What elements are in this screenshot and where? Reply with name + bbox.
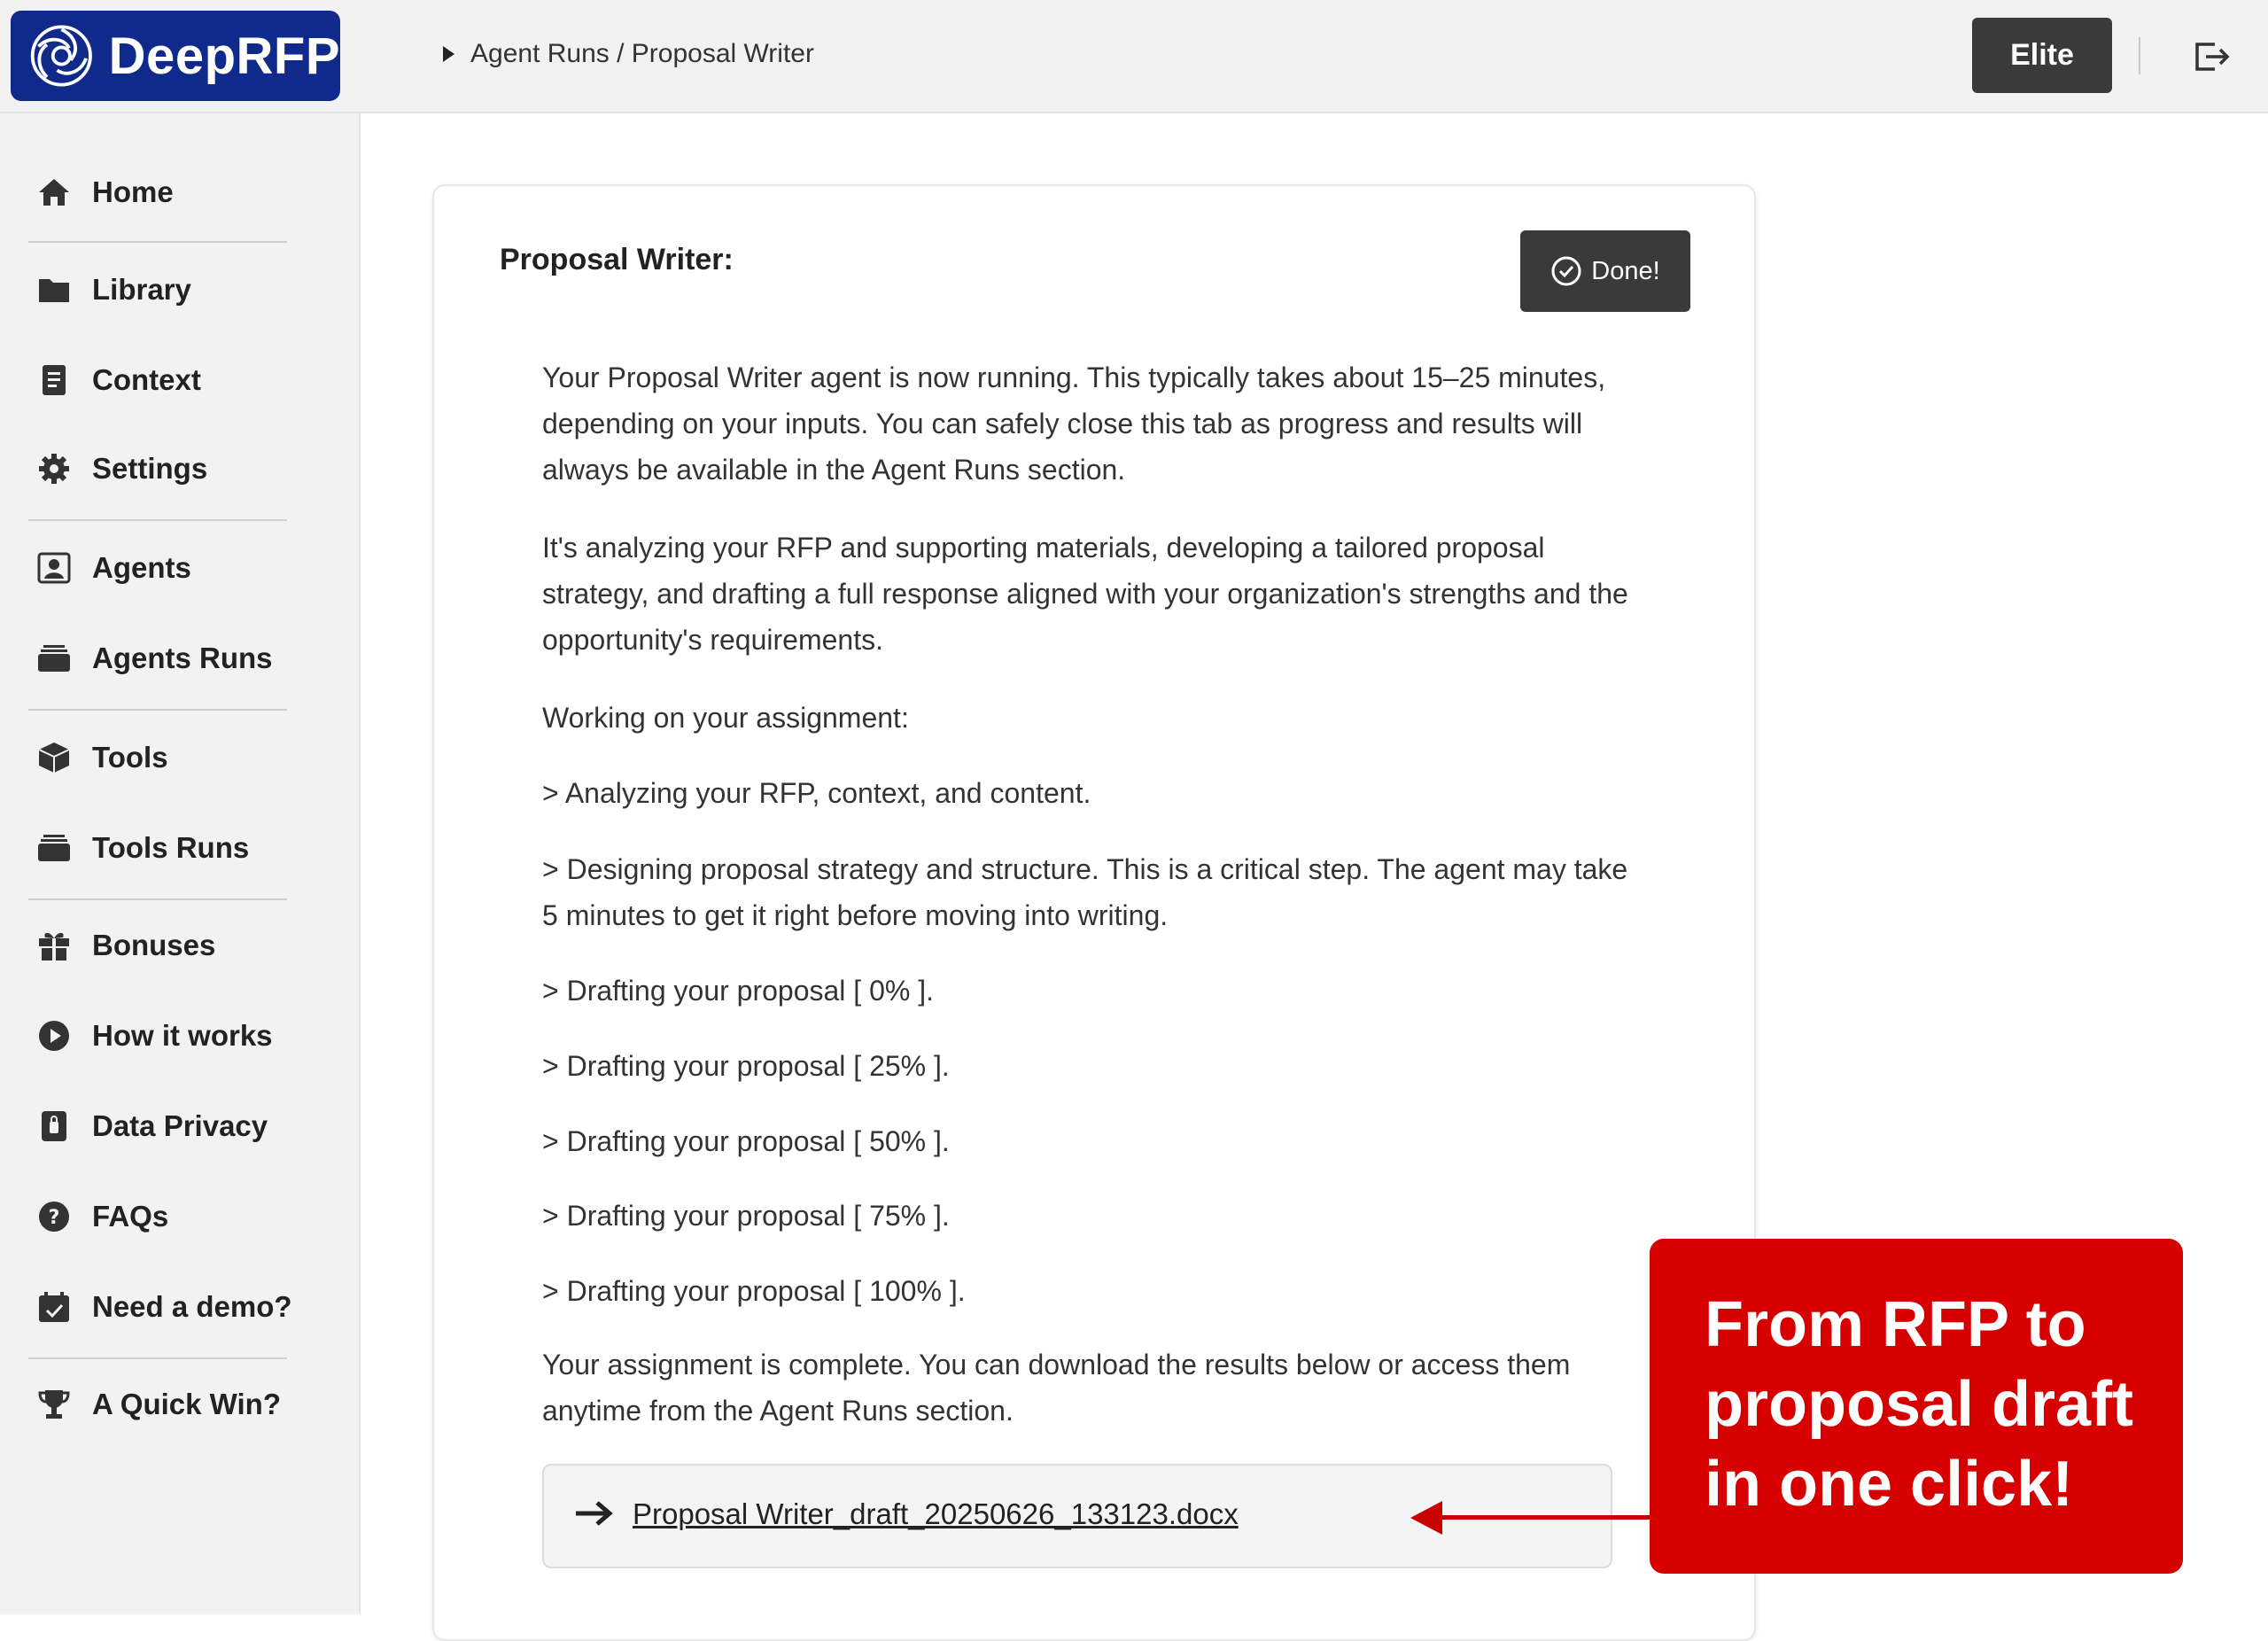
folder-icon [34,269,74,310]
sidebar-divider [28,898,287,900]
status-paragraph: Your assignment is complete. You can dow… [542,1349,1571,1427]
caret-right-icon [443,46,454,62]
calendar-icon [34,1287,74,1327]
sidebar-item-label: How it works [92,1019,273,1052]
home-icon [34,172,74,213]
callout-text: From RFP to proposal draft in one click! [1705,1289,2134,1520]
sidebar-divider [28,241,287,243]
check-circle-icon [1551,256,1581,286]
sidebar-item-tools-runs[interactable]: Tools Runs [34,828,249,868]
progress-step: > Drafting your proposal [ 100% ]. [542,1275,966,1307]
sidebar-item-label: Library [92,273,191,306]
sidebar: Home Library Context Settings Agents Age… [0,113,361,1614]
sidebar-item-label: Tools Runs [92,831,250,864]
callout-pointer [1433,1515,1655,1520]
sidebar-item-label: Context [92,363,201,396]
sidebar-item-home[interactable]: Home [34,172,174,213]
stack-icon [34,638,74,679]
question-icon: ? [34,1196,74,1237]
sidebar-item-data-privacy[interactable]: Data Privacy [34,1106,268,1147]
done-label: Done! [1591,256,1660,285]
divider [2139,37,2140,74]
card-title: Proposal Writer: [500,243,734,276]
plan-button[interactable]: Elite [1972,18,2112,93]
sidebar-divider [28,1357,287,1359]
sidebar-item-label: Bonuses [92,929,216,961]
progress-step: > Drafting your proposal [ 25% ]. [542,1050,950,1082]
sidebar-item-agents[interactable]: Agents [34,548,191,588]
progress-step: > Analyzing your RFP, context, and conte… [542,777,1091,809]
sidebar-item-need-a-demo[interactable]: Need a demo? [34,1287,292,1327]
progress-step: > Drafting your proposal [ 50% ]. [542,1125,950,1157]
sidebar-item-context[interactable]: Context [34,360,201,401]
callout-box: From RFP to proposal draft in one click! [1650,1239,2183,1574]
breadcrumb-text: Agent Runs / Proposal Writer [470,39,814,68]
status-paragraph: Your Proposal Writer agent is now runnin… [542,362,1606,486]
proposal-writer-card: Proposal Writer: Done! Your Proposal Wri… [432,184,1756,1641]
sidebar-item-tools[interactable]: Tools [34,737,168,778]
sidebar-item-settings[interactable]: Settings [34,448,207,489]
sidebar-item-label: FAQs [92,1200,169,1233]
progress-step: > Drafting your proposal [ 75% ]. [542,1200,950,1232]
top-bar: DeepRFP Agent Runs / Proposal Writer Eli… [0,0,2268,113]
logout-icon[interactable] [2192,39,2233,74]
download-link[interactable]: Proposal Writer_draft_20250626_133123.do… [633,1497,1239,1531]
logo[interactable]: DeepRFP [11,11,340,101]
brand-name: DeepRFP [108,27,340,85]
agent-icon [34,548,74,588]
sidebar-item-agents-runs[interactable]: Agents Runs [34,638,273,679]
sidebar-item-faqs[interactable]: ? FAQs [34,1196,168,1237]
sidebar-item-label: Settings [92,452,208,485]
box-icon [34,737,74,778]
arrow-left-icon [1410,1501,1442,1535]
progress-step: > Designing proposal strategy and struct… [542,853,1628,931]
play-icon [34,1015,74,1056]
sidebar-divider [28,519,287,521]
sidebar-item-label: Data Privacy [92,1109,268,1142]
done-button[interactable]: Done! [1520,230,1690,312]
document-icon [34,360,74,401]
breadcrumb[interactable]: Agent Runs / Proposal Writer [443,39,814,69]
status-paragraph: Working on your assignment: [542,702,909,734]
sidebar-item-a-quick-win[interactable]: A Quick Win? [34,1384,281,1425]
arrow-right-icon [576,1501,613,1526]
svg-text:?: ? [49,1207,60,1229]
gear-icon [34,448,74,489]
gift-icon [34,925,74,966]
trophy-icon [34,1384,74,1425]
sidebar-item-label: Agents [92,551,191,584]
sidebar-item-library[interactable]: Library [34,269,191,310]
sidebar-item-bonuses[interactable]: Bonuses [34,925,215,966]
sidebar-item-how-it-works[interactable]: How it works [34,1015,273,1056]
sidebar-item-label: Need a demo? [92,1290,292,1323]
sidebar-item-label: Home [92,175,174,208]
sidebar-item-label: Tools [92,741,168,774]
sidebar-item-label: A Quick Win? [92,1388,281,1420]
progress-step: > Drafting your proposal [ 0% ]. [542,975,934,1007]
stack-icon [34,828,74,868]
logo-icon [30,25,92,87]
sidebar-item-label: Agents Runs [92,642,273,674]
sidebar-divider [28,709,287,711]
status-paragraph: It's analyzing your RFP and supporting m… [542,532,1628,656]
lock-icon [34,1106,74,1147]
